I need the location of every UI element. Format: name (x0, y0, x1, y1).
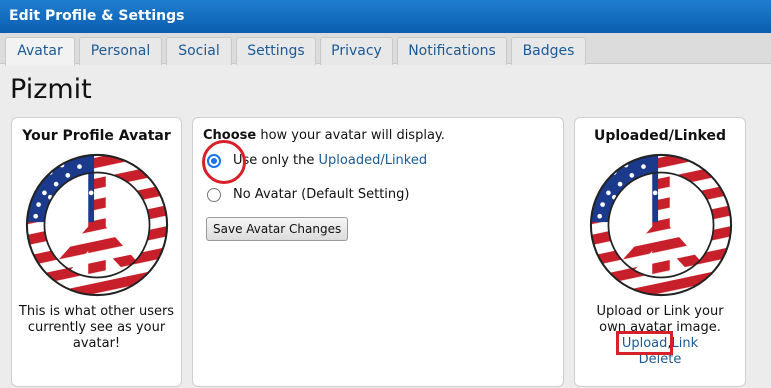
choose-instruction: Choose how your avatar will display. (203, 128, 445, 143)
tab-notifications[interactable]: Notifications (397, 37, 507, 65)
current-avatar-heading: Your Profile Avatar (22, 128, 171, 144)
tab-avatar[interactable]: Avatar (5, 37, 75, 66)
tab-privacy[interactable]: Privacy (320, 37, 393, 65)
tab-bar: Avatar Personal Social Settings Privacy … (0, 33, 771, 66)
highlight-circle (202, 140, 246, 184)
peace-sign-flag-icon (588, 152, 734, 298)
no-avatar-label: No Avatar (Default Setting) (233, 187, 410, 202)
no-avatar-radio[interactable] (207, 187, 221, 202)
link-link[interactable]: Link (672, 336, 699, 351)
tab-social[interactable]: Social (166, 37, 232, 65)
uploaded-linked-panel: Uploaded/Linked Upload or Link your own … (574, 117, 746, 387)
option-no-avatar[interactable]: No Avatar (Default Setting) (207, 187, 409, 202)
window-title: Edit Profile & Settings (0, 0, 771, 33)
page-title: Pizmit (10, 74, 92, 105)
current-avatar-caption: This is what other users currently see a… (18, 304, 175, 351)
save-avatar-changes-button[interactable]: Save Avatar Changes (206, 217, 349, 241)
choose-rest: how your avatar will display. (256, 128, 445, 143)
uploaded-linked-link[interactable]: Uploaded/Linked (319, 153, 428, 168)
display-options-panel: Choose how your avatar will display. Use… (192, 117, 564, 387)
uploaded-linked-heading: Uploaded/Linked (593, 128, 727, 144)
tab-settings[interactable]: Settings (236, 37, 316, 65)
current-avatar-panel: Your Profile Avatar This is what other u… (11, 117, 182, 387)
tab-badges[interactable]: Badges (511, 37, 586, 65)
peace-sign-flag-icon (24, 152, 170, 298)
tab-personal[interactable]: Personal (79, 37, 162, 65)
highlight-rectangle (616, 331, 673, 355)
